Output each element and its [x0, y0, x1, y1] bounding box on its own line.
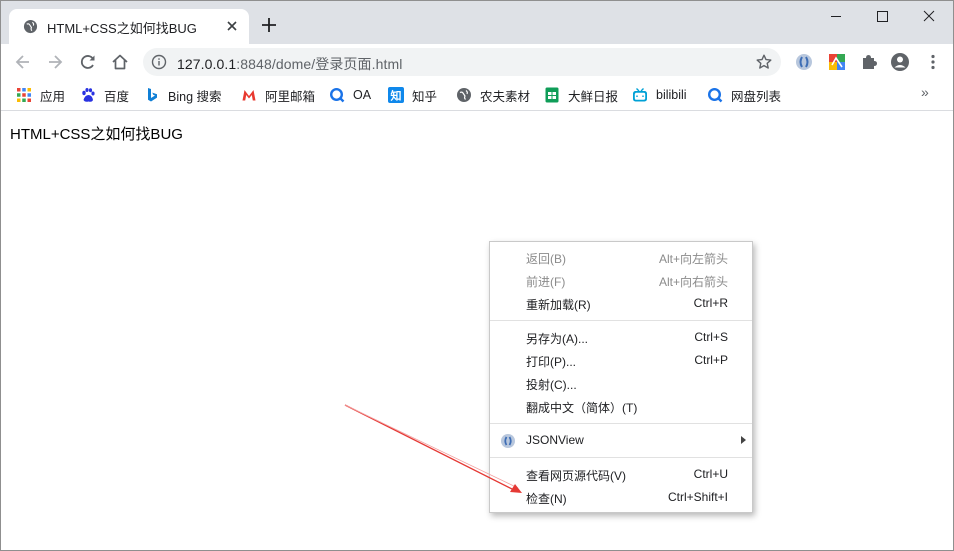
url-path: :8848/dome/登录页面.html [236, 56, 403, 72]
menu-item-back[interactable]: 返回(B) Alt+向左箭头 [490, 247, 752, 269]
menu-item-label: 查看网页源代码(V) [526, 469, 626, 483]
bilibili-icon [633, 88, 647, 102]
bookmark-bing[interactable]: Bing 搜索 [144, 86, 222, 104]
aliyun-mail-icon [242, 90, 256, 101]
menu-item-label: 前进(F) [526, 275, 566, 289]
bookmark-label: Bing 搜索 [168, 89, 222, 104]
bookmark-label: 知乎 [412, 89, 438, 104]
bookmark-zhihu[interactable]: 知 知乎 [388, 86, 437, 104]
menu-separator [490, 457, 752, 458]
menu-item-shortcut: Ctrl+U [693, 467, 728, 481]
bookmark-bilibili[interactable]: bilibili [632, 86, 687, 104]
bookmark-oa[interactable]: OA [329, 86, 371, 104]
profile-avatar-icon[interactable] [890, 52, 910, 72]
bing-icon [148, 88, 157, 102]
globe-icon [23, 19, 38, 34]
menu-item-label: 另存为(A)... [526, 332, 588, 346]
back-arrow-icon[interactable] [13, 52, 33, 72]
cloud-disk-icon [707, 87, 723, 103]
menu-item-label: 翻成中文（简体）(T) [526, 401, 638, 415]
menu-item-shortcut: Ctrl+S [694, 330, 728, 344]
menu-item-cast[interactable]: 投射(C)... [490, 373, 752, 395]
address-bar[interactable]: 127.0.0.1:8848/dome/登录页面.html [143, 48, 781, 76]
menu-item-jsonview[interactable]: JSONView [490, 430, 752, 452]
bookmark-daxian[interactable]: 大鲜日报 [544, 86, 618, 104]
bookmark-netdisk[interactable]: 网盘列表 [707, 86, 781, 104]
home-icon[interactable] [110, 52, 130, 72]
close-tab-icon[interactable] [223, 17, 241, 35]
jsonview-icon [501, 434, 515, 448]
maximize-icon[interactable] [859, 1, 905, 31]
apps-grid-icon [17, 88, 31, 102]
new-tab-plus-icon[interactable] [259, 15, 279, 35]
bookmark-label: 农夫素材 [480, 89, 531, 104]
url-host: 127.0.0.1 [177, 56, 237, 72]
menu-item-label: 打印(P)... [526, 355, 576, 369]
bookmark-star-icon[interactable] [755, 53, 773, 71]
menu-item-view-source[interactable]: 查看网页源代码(V) Ctrl+U [490, 464, 752, 486]
browser-window: HTML+CSS之如何找BUG 127.0.0.1:8848/dome/登录页面… [0, 0, 954, 551]
menu-separator [490, 320, 752, 321]
menu-item-label: JSONView [526, 433, 584, 447]
active-tab[interactable]: HTML+CSS之如何找BUG [9, 9, 249, 44]
bookmarks-bar: 应用 百度 Bing 搜索 阿里邮箱 OA 知 知乎 农夫素材 大鲜日报 bil… [1, 80, 953, 111]
menu-item-label: 检查(N) [526, 492, 567, 506]
puzzle-extensions-icon[interactable] [859, 52, 879, 72]
more-bookmarks-chevron-icon[interactable]: » [921, 84, 929, 100]
menu-item-shortcut: Ctrl+Shift+I [667, 490, 728, 504]
menu-item-label: 投射(C)... [526, 378, 577, 392]
tab-strip: HTML+CSS之如何找BUG [1, 1, 953, 44]
svg-text:知: 知 [390, 89, 402, 103]
page-heading: HTML+CSS之如何找BUG [10, 126, 183, 143]
minimize-icon[interactable] [813, 1, 859, 31]
oa-icon [329, 87, 345, 103]
bookmark-label: 网盘列表 [731, 89, 782, 104]
bookmark-label: OA [353, 88, 372, 102]
menu-separator [490, 423, 752, 424]
menu-kebab-icon[interactable] [923, 52, 943, 72]
forward-arrow-icon[interactable] [45, 52, 65, 72]
bookmark-apps[interactable]: 应用 [16, 86, 65, 104]
jsonview-extension-icon[interactable] [794, 52, 814, 72]
menu-item-shortcut: Alt+向右箭头 [658, 275, 728, 289]
menu-item-save-as[interactable]: 另存为(A)... Ctrl+S [490, 327, 752, 349]
menu-item-print[interactable]: 打印(P)... Ctrl+P [490, 350, 752, 372]
bookmark-label: 应用 [40, 89, 66, 104]
menu-item-forward[interactable]: 前进(F) Alt+向右箭头 [490, 270, 752, 292]
bookmark-nongfu[interactable]: 农夫素材 [456, 86, 530, 104]
menu-item-reload[interactable]: 重新加载(R) Ctrl+R [490, 293, 752, 315]
submenu-arrow-icon [741, 436, 746, 444]
toolbar: 127.0.0.1:8848/dome/登录页面.html [1, 44, 953, 80]
page-content: HTML+CSS之如何找BUG [1, 111, 953, 550]
tab-title: HTML+CSS之如何找BUG [47, 21, 197, 36]
color-extension-icon[interactable] [827, 52, 847, 72]
bookmark-label: bilibili [656, 88, 687, 102]
menu-item-label: 返回(B) [526, 252, 566, 266]
menu-item-shortcut: Ctrl+P [694, 353, 728, 367]
menu-item-translate[interactable]: 翻成中文（简体）(T) [490, 396, 752, 418]
window-close-icon[interactable] [906, 1, 952, 31]
globe-icon [457, 88, 471, 102]
menu-item-label: 重新加载(R) [526, 298, 591, 312]
site-info-icon[interactable] [151, 54, 167, 70]
bookmark-label: 大鲜日报 [568, 89, 619, 104]
url-text[interactable]: 127.0.0.1:8848/dome/登录页面.html [177, 54, 402, 74]
bookmark-baidu[interactable]: 百度 [80, 86, 129, 104]
menu-item-shortcut: Ctrl+R [693, 296, 728, 310]
baidu-paw-icon [82, 88, 95, 102]
zhihu-icon: 知 [388, 87, 404, 103]
context-menu: 返回(B) Alt+向左箭头 前进(F) Alt+向右箭头 重新加载(R) Ct… [489, 241, 753, 513]
reload-icon[interactable] [78, 52, 98, 72]
sheet-icon [545, 87, 559, 103]
bookmark-ali-mail[interactable]: 阿里邮箱 [241, 86, 315, 104]
menu-item-inspect[interactable]: 检查(N) Ctrl+Shift+I [490, 487, 752, 509]
menu-item-shortcut: Alt+向左箭头 [658, 252, 728, 266]
bookmark-label: 百度 [104, 89, 130, 104]
bookmark-label: 阿里邮箱 [265, 89, 316, 104]
